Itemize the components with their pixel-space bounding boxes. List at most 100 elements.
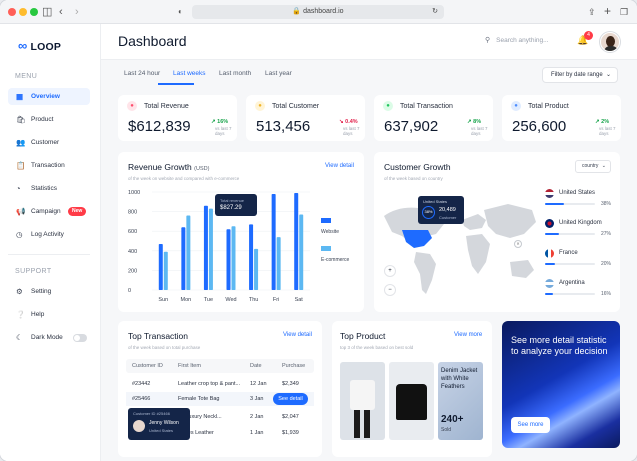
address-bar[interactable]: 🔒 dashboard.io ↻ <box>192 5 444 19</box>
sidebar-toggle-icon[interactable]: ◫ <box>42 4 52 20</box>
reload-icon[interactable]: ↻ <box>432 5 438 19</box>
revenue-view-detail-link[interactable]: View detail <box>325 163 354 169</box>
address-text: dashboard.io <box>303 8 344 15</box>
sidebar-item-overview[interactable]: ▦ Overview <box>8 88 90 105</box>
forward-icon[interactable]: › <box>75 4 79 20</box>
chevron-down-icon: ⌄ <box>605 72 611 78</box>
bar-website-wed[interactable] <box>226 229 231 290</box>
tab-last-month[interactable]: Last month <box>219 70 251 77</box>
country-percent: 38% <box>601 201 612 207</box>
search-input[interactable]: ⚲ Search anything... <box>485 36 549 44</box>
back-icon[interactable]: ‹ <box>59 4 63 20</box>
tab-overview-icon[interactable]: ❐ <box>620 4 628 20</box>
avatar[interactable] <box>600 32 620 52</box>
sidebar-item-setting[interactable]: ⚙ Setting <box>8 283 90 300</box>
chart-tooltip: Total revenue $827.29 <box>215 194 257 216</box>
cell-date: 12 Jan <box>250 381 267 387</box>
bar-website-fri[interactable] <box>271 193 276 290</box>
share-icon[interactable]: ⇪ <box>588 4 596 20</box>
bar-website-thu[interactable] <box>249 224 254 290</box>
zoom-in-button[interactable]: + <box>384 265 396 277</box>
stat-change: ↗ 16% <box>211 119 228 125</box>
bar-website-tue[interactable] <box>203 205 208 290</box>
uk-flag-icon <box>545 219 554 228</box>
popover-label: Customer ID <box>133 411 156 416</box>
menu-heading: MENU <box>15 73 38 80</box>
table-row[interactable]: #25466 Female Tote Bag 3 Jan See detail <box>126 392 314 406</box>
bar-website-mon[interactable] <box>181 227 186 290</box>
top-product-subtitle: top 3 of the week based on best sold <box>340 345 414 350</box>
bar-e-commerce-thu[interactable] <box>254 248 259 290</box>
transaction-view-detail-link[interactable]: View detail <box>283 332 312 338</box>
tab-last-weeks[interactable]: Last weeks <box>173 70 206 77</box>
date-range-filter[interactable]: Filter by date range ⌄ <box>542 67 618 83</box>
product-image-white-tshirt[interactable] <box>340 362 385 440</box>
minimize-window-button[interactable] <box>19 8 27 16</box>
bag-icon: 🛍 <box>16 115 26 124</box>
transaction-icon: ● <box>383 101 393 111</box>
us-flag-icon <box>545 189 554 198</box>
stat-change-value: 16% <box>217 119 229 125</box>
bar-e-commerce-sun[interactable] <box>163 251 168 290</box>
sidebar-item-campaign[interactable]: 📢 Campaign New <box>8 203 90 220</box>
sidebar-item-label: Log Activity <box>31 231 64 238</box>
megaphone-icon: 📢 <box>16 207 26 216</box>
top-product-view-more-link[interactable]: View more <box>454 332 482 338</box>
product-image-black-tshirt[interactable] <box>389 362 434 440</box>
x-tick-label: Wed <box>225 297 236 303</box>
bar-e-commerce-mon[interactable] <box>186 215 191 290</box>
dark-mode-toggle[interactable] <box>73 334 87 342</box>
bar-e-commerce-fri[interactable] <box>276 237 281 290</box>
sidebar-item-label: Setting <box>31 288 52 295</box>
cell-purchase: $2,047 <box>282 414 299 420</box>
sidebar-item-statistics[interactable]: ◔ Statistics <box>8 180 90 197</box>
sidebar-item-help[interactable]: ❔ Help <box>8 306 90 323</box>
privacy-shield-icon[interactable]: ◐ <box>178 4 183 20</box>
close-window-button[interactable] <box>8 8 16 16</box>
country-name: Argentina <box>559 280 585 286</box>
new-tab-icon[interactable]: + <box>604 3 611 19</box>
map-tooltip-label: Customer <box>439 215 457 220</box>
zoom-out-button[interactable]: − <box>384 284 396 296</box>
france-flag-icon <box>545 249 554 258</box>
sidebar-item-dark-mode: ☾ Dark Mode <box>8 329 90 346</box>
country-bar <box>545 263 595 265</box>
product-sold-label: Sold <box>441 427 452 433</box>
divider <box>8 254 90 255</box>
main-content: Dashboard ⚲ Search anything... 🔔 4 Last 2… <box>101 24 637 461</box>
maximize-window-button[interactable] <box>30 8 38 16</box>
top-transaction-subtitle: of the week based on total purchase <box>128 345 201 350</box>
customer-growth-subtitle: of the week based on country <box>384 176 443 181</box>
see-more-button[interactable]: See more <box>511 417 550 433</box>
sidebar-item-customer[interactable]: 👥 Customer <box>8 134 90 151</box>
support-heading: SUPPORT <box>15 268 52 275</box>
stat-note: vs last 7 days <box>215 126 232 136</box>
popover-name: Jenny Wilson <box>149 420 179 426</box>
map-tooltip: United States 38% 20,489 Customer <box>418 196 464 224</box>
country-dropdown[interactable]: country ⌄ <box>575 160 611 173</box>
tab-last-year[interactable]: Last year <box>265 70 292 77</box>
bar-e-commerce-sat[interactable] <box>299 214 304 290</box>
bar-website-sat[interactable] <box>294 192 299 290</box>
tab-last-24-hour[interactable]: Last 24 hour <box>124 70 160 77</box>
x-tick-label: Mon <box>181 297 192 303</box>
bar-e-commerce-wed[interactable] <box>231 226 236 290</box>
sidebar-item-transaction[interactable]: 📋 Transaction <box>8 157 90 174</box>
map-close-icon[interactable]: ✕ <box>514 240 522 248</box>
y-tick-label: 1000 <box>128 190 140 196</box>
bar-website-sun[interactable] <box>158 243 163 290</box>
brand-logo[interactable]: ∞ LOOP <box>18 38 61 53</box>
cell-customer-id: #23442 <box>132 381 151 387</box>
bar-e-commerce-tue[interactable] <box>208 208 213 290</box>
promo-card: See more detail statistic to analyze you… <box>502 321 620 448</box>
sidebar-item-log-activity[interactable]: ◷ Log Activity <box>8 226 90 243</box>
legend-ecommerce-label: E-commerce <box>321 257 350 263</box>
product-highlight[interactable]: Denim Jacket with White Feathers 240+ So… <box>438 362 483 440</box>
see-detail-button[interactable]: See detail <box>273 393 308 405</box>
top-transaction-card: Top Transaction of the week based on tot… <box>118 321 322 457</box>
cell-purchase: $1,939 <box>282 430 299 436</box>
legend-website-swatch <box>321 218 331 223</box>
product-icon: ● <box>511 101 521 111</box>
sidebar-item-product[interactable]: 🛍 Product <box>8 111 90 128</box>
column-header-purchase: Purchase <box>282 363 306 369</box>
